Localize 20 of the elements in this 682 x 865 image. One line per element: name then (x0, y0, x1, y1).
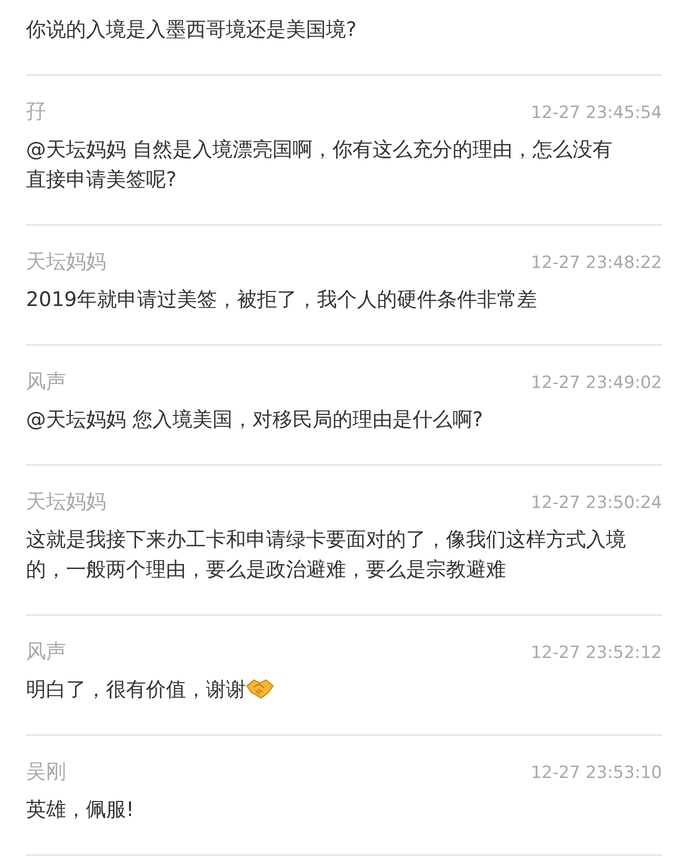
comment-time: 12-27 23:45:54 (530, 103, 662, 123)
handshake-icon (246, 677, 274, 701)
commenter-name[interactable]: 吴刚 (26, 758, 66, 785)
comment-text: @天坛妈妈 您入境美国，对移民局的理由是什么啊? (26, 406, 484, 433)
commenter-name[interactable]: 天坛妈妈 (26, 488, 106, 515)
comment-text: @天坛妈妈 自然是入境漂亮国啊，你有这么充分的理由，怎么没有直接申请美签呢? (26, 136, 614, 193)
comment-time: 12-27 23:49:02 (530, 373, 662, 393)
comment-text: 这就是我接下来办工卡和申请绿卡要面对的了，像我们这样方式入境的，一般两个理由，要么是政治避难，要么是宗教避难 (26, 526, 626, 583)
comment-text: 你说的入境是入墨西哥境还是美国境? (26, 16, 358, 43)
commenter-name[interactable]: 孖 (26, 98, 46, 125)
comment-time: 12-27 23:53:10 (530, 763, 662, 783)
commenter-name[interactable]: 风声 (26, 638, 66, 665)
comment-time: 12-27 23:50:24 (530, 493, 662, 513)
commenter-name[interactable]: 天坛妈妈 (26, 248, 106, 275)
comment-text: 英雄，佩服! (26, 796, 136, 823)
comment-text: 2019年就申请过美签，被拒了，我个人的硬件条件非常差 (26, 286, 538, 313)
comment-text: 明白了，很有价值，谢谢 (26, 676, 246, 703)
comment-time: 12-27 23:52:12 (530, 643, 662, 663)
comment-time: 12-27 23:48:22 (530, 253, 662, 273)
commenter-name[interactable]: 风声 (26, 368, 66, 395)
